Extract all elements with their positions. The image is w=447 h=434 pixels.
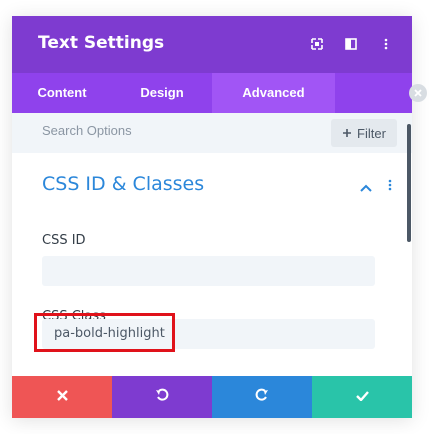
settings-modal: Text Settings Content Design Advanced Se… [12, 16, 412, 418]
close-icon [56, 388, 68, 406]
search-input[interactable]: Search Options [42, 123, 132, 138]
redo-icon [255, 388, 269, 407]
undo-icon [155, 388, 169, 407]
filter-button[interactable]: Filter [331, 119, 397, 147]
css-id-label: CSS ID [42, 233, 86, 248]
redo-button[interactable] [212, 376, 312, 418]
chevron-up-icon[interactable] [360, 179, 372, 195]
modal-title: Text Settings [38, 33, 165, 53]
tab-design[interactable]: Design [112, 73, 212, 113]
search-bar: Search Options Filter [12, 113, 412, 153]
check-icon [355, 388, 369, 406]
tab-content[interactable]: Content [12, 73, 112, 113]
tab-advanced[interactable]: Advanced [212, 73, 335, 113]
scrollbar[interactable] [407, 124, 411, 242]
more-vertical-icon[interactable] [388, 178, 392, 194]
highlight-annotation [34, 313, 175, 352]
modal-header: Text Settings [12, 16, 412, 73]
filter-label: Filter [357, 125, 386, 141]
cancel-button[interactable] [12, 376, 112, 418]
save-button[interactable] [312, 376, 412, 418]
css-id-input[interactable] [42, 256, 375, 286]
split-view-icon[interactable] [343, 36, 359, 52]
close-modal-icon[interactable] [409, 84, 427, 102]
plus-icon [342, 126, 352, 141]
tab-bar: Content Design Advanced [12, 73, 412, 113]
modal-footer [12, 376, 412, 418]
section-title[interactable]: CSS ID & Classes [42, 173, 204, 195]
expand-icon[interactable] [309, 36, 325, 52]
more-vertical-icon[interactable] [378, 36, 394, 52]
undo-button[interactable] [112, 376, 212, 418]
